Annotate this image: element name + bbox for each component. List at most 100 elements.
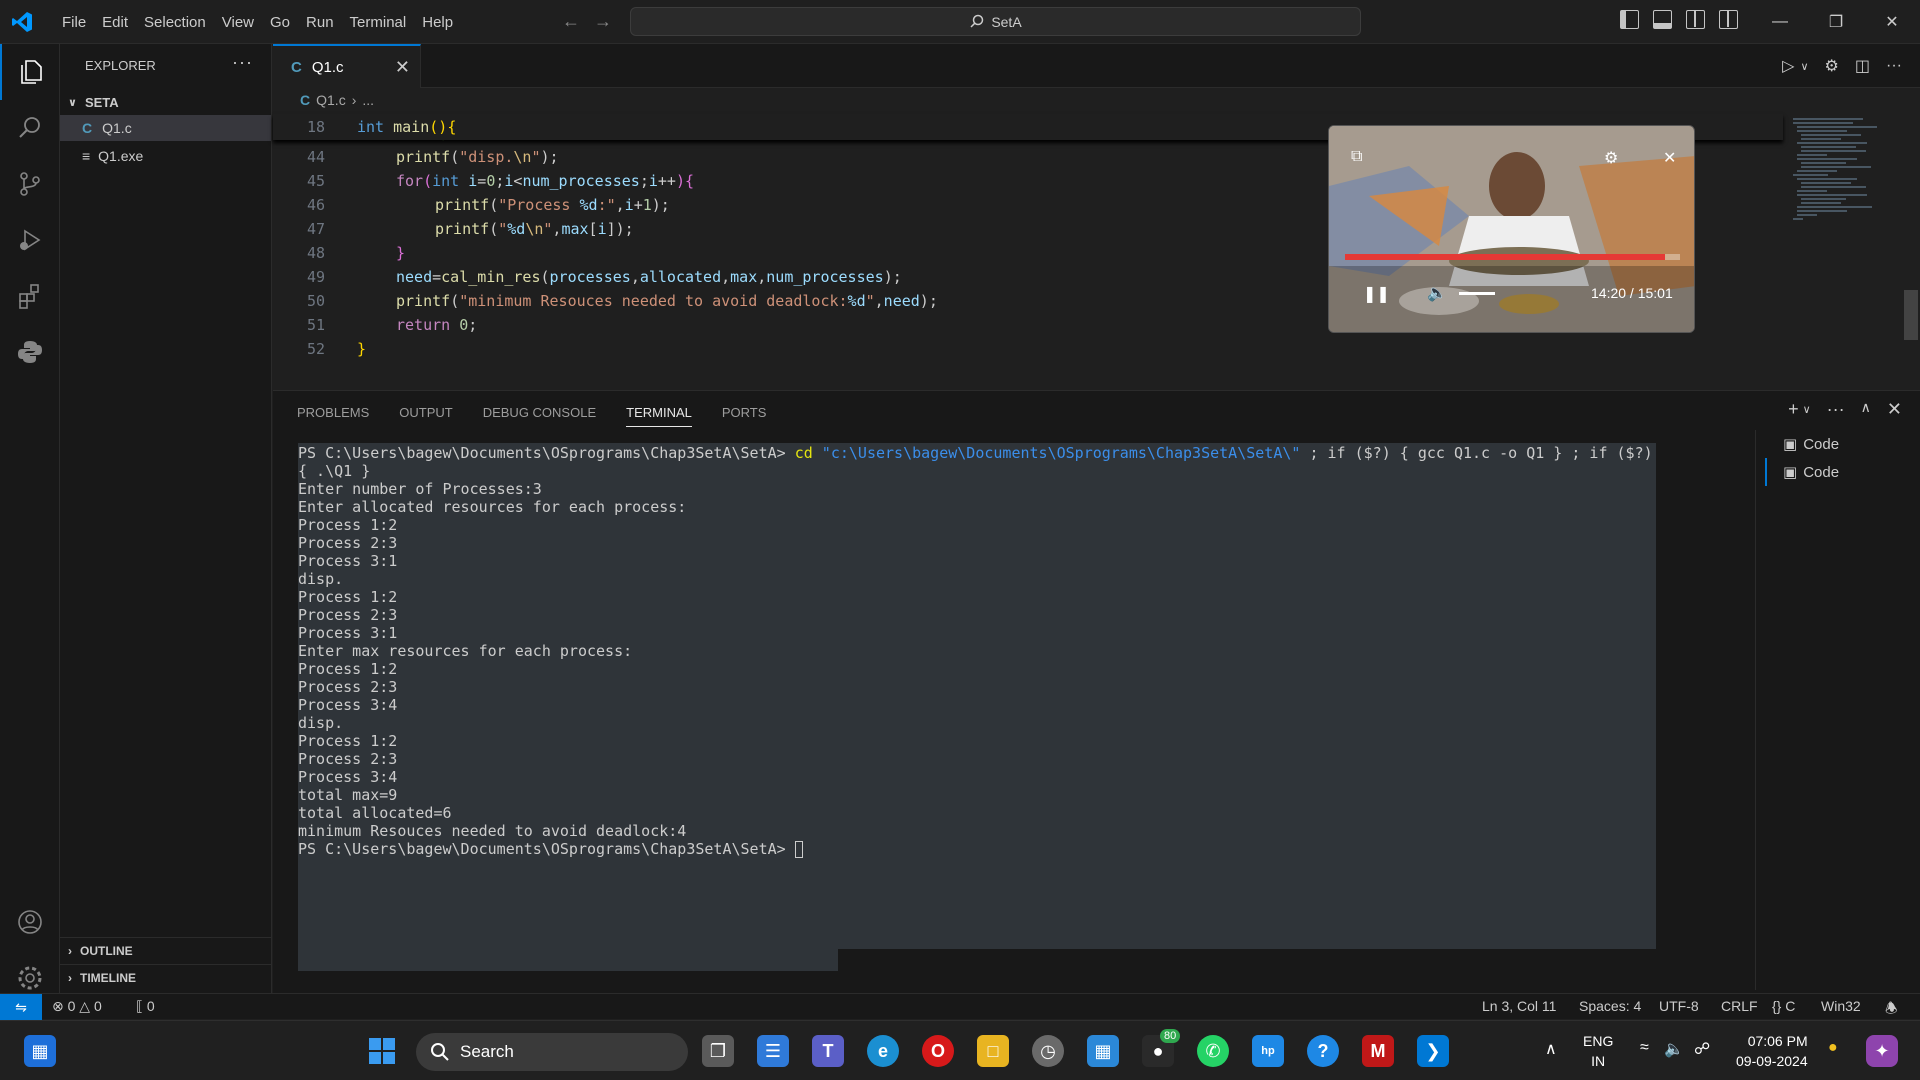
task-view-icon[interactable]: ❐ <box>702 1035 734 1067</box>
line-endings[interactable]: CRLF <box>1721 998 1758 1014</box>
open-in-window-icon[interactable]: ⧉ <box>1351 148 1362 166</box>
errors-status[interactable]: ⊗ 0 △ 0 <box>52 998 102 1015</box>
volume-icon[interactable]: 🔈 <box>1664 1039 1684 1059</box>
file-item-q1c[interactable]: C Q1.c <box>60 115 271 141</box>
menu-terminal[interactable]: Terminal <box>342 14 415 31</box>
volume-slider[interactable] <box>1459 292 1495 295</box>
input-language[interactable]: ENG IN <box>1583 1031 1613 1071</box>
notepad-icon[interactable]: ☰ <box>757 1035 789 1067</box>
clock[interactable]: 07:06 PM 09-09-2024 <box>1736 1031 1808 1071</box>
close-window-icon[interactable]: ✕ <box>1864 0 1920 44</box>
remote-indicator-icon[interactable]: ⇋ <box>0 994 42 1020</box>
widgets-icon[interactable]: ▦ <box>24 1035 56 1067</box>
copilot-icon[interactable]: ✦ <box>1866 1035 1898 1067</box>
vscode-taskbar-icon[interactable]: ❯ <box>1417 1035 1449 1067</box>
terminal-session[interactable]: ▣ Code <box>1765 458 1920 486</box>
minimize-icon[interactable]: — <box>1752 0 1808 44</box>
menu-selection[interactable]: Selection <box>136 14 214 31</box>
language-mode[interactable]: {} C <box>1772 998 1795 1014</box>
menu-go[interactable]: Go <box>262 14 298 31</box>
more-actions-icon[interactable]: ··· <box>232 52 253 73</box>
menu-view[interactable]: View <box>214 14 262 31</box>
customize-layout-icon[interactable] <box>1719 10 1738 29</box>
maximize-panel-icon[interactable]: ∧ <box>1861 399 1871 420</box>
vscode-logo-icon[interactable] <box>10 10 34 34</box>
close-icon[interactable]: ✕ <box>1663 148 1676 168</box>
search-icon[interactable] <box>0 100 60 156</box>
show-hidden-icons[interactable]: ∧ <box>1545 1039 1557 1059</box>
more-actions-icon[interactable]: ··· <box>1827 399 1845 420</box>
more-actions-icon[interactable]: ··· <box>1886 57 1902 75</box>
terminal[interactable]: PS C:\Users\bagew\Documents\OSprograms\C… <box>298 443 1656 949</box>
microsoft-store-icon[interactable]: ▦ <box>1087 1035 1119 1067</box>
volume-icon[interactable]: 🔈 <box>1427 283 1447 303</box>
breadcrumb-rest[interactable]: ... <box>362 92 374 108</box>
video-progress-bar[interactable] <box>1345 254 1680 260</box>
whatsapp-icon[interactable]: ✆ <box>1197 1035 1229 1067</box>
menu-file[interactable]: File <box>54 14 94 31</box>
minimap[interactable] <box>1783 114 1903 388</box>
menu-run[interactable]: Run <box>298 14 342 31</box>
battery-icon[interactable]: ☍ <box>1694 1039 1710 1059</box>
editor-scrollbar[interactable] <box>1904 290 1918 340</box>
notifications-bell-icon[interactable]: ● <box>1828 1039 1838 1057</box>
command-center[interactable]: SetA <box>630 7 1361 36</box>
command-center-label: SetA <box>991 13 1022 30</box>
chevron-down-icon[interactable]: ∨ <box>1800 60 1808 73</box>
run-debug-icon[interactable] <box>0 212 60 268</box>
help-icon[interactable]: ? <box>1307 1035 1339 1067</box>
new-terminal-icon[interactable]: + <box>1788 399 1799 420</box>
wifi-icon[interactable]: ≈ <box>1640 1039 1649 1057</box>
tab-ports[interactable]: PORTS <box>722 405 767 427</box>
tab-output[interactable]: OUTPUT <box>399 405 452 427</box>
extensions-icon[interactable] <box>0 268 60 324</box>
notifications-bell-icon[interactable]: 🕭 <box>1885 998 1898 1022</box>
myhp-icon[interactable]: hp <box>1252 1035 1284 1067</box>
windows-start-icon[interactable] <box>366 1035 398 1067</box>
restore-icon[interactable]: ❐ <box>1808 0 1864 44</box>
encoding[interactable]: UTF-8 <box>1659 998 1699 1014</box>
close-panel-icon[interactable]: ✕ <box>1887 399 1902 420</box>
explorer-icon[interactable] <box>0 44 60 100</box>
gear-icon[interactable]: ⚙ <box>1825 56 1839 76</box>
back-arrow-icon[interactable]: ← <box>562 11 580 32</box>
c-configuration[interactable]: Win32 <box>1821 998 1861 1014</box>
tab-terminal[interactable]: TERMINAL <box>626 405 692 427</box>
ports-status[interactable]: ⟦ 0 <box>136 998 155 1015</box>
picture-in-picture-video[interactable]: ⧉ ⚙ ✕ ❚❚ 🔈 14:20 / 15:01 <box>1328 125 1695 333</box>
edge-icon[interactable]: e <box>867 1035 899 1067</box>
forward-arrow-icon[interactable]: → <box>594 11 612 32</box>
mcafee-icon[interactable]: M <box>1362 1035 1394 1067</box>
menu-edit[interactable]: Edit <box>94 14 136 31</box>
chevron-down-icon[interactable]: ∨ <box>1803 403 1811 420</box>
source-control-icon[interactable] <box>0 156 60 212</box>
terminal-session[interactable]: ▣ Code <box>1765 430 1920 458</box>
split-editor-icon[interactable]: ◫ <box>1855 56 1870 76</box>
python-icon[interactable] <box>0 324 60 380</box>
timeline-section[interactable]: › TIMELINE <box>60 964 271 990</box>
toggle-primary-sidebar-icon[interactable] <box>1620 10 1639 29</box>
tab-q1c[interactable]: C Q1.c ✕ <box>273 44 421 88</box>
outline-section[interactable]: › OUTLINE <box>60 937 271 963</box>
teams-icon[interactable]: T <box>812 1035 844 1067</box>
file-item-q1exe[interactable]: ≡ Q1.exe <box>60 143 271 169</box>
toggle-panel-icon[interactable] <box>1653 10 1672 29</box>
tab-debug-console[interactable]: DEBUG CONSOLE <box>483 405 596 427</box>
file-explorer-icon[interactable]: □ <box>977 1035 1009 1067</box>
opera-icon[interactable]: O <box>922 1035 954 1067</box>
indentation[interactable]: Spaces: 4 <box>1579 998 1641 1014</box>
close-tab-icon[interactable]: ✕ <box>395 57 410 78</box>
folder-seta[interactable]: ∨ SETA <box>60 89 271 115</box>
tab-problems[interactable]: PROBLEMS <box>297 405 369 427</box>
toggle-secondary-sidebar-icon[interactable] <box>1686 10 1705 29</box>
pause-icon[interactable]: ❚❚ <box>1363 284 1390 304</box>
breadcrumb-file[interactable]: Q1.c <box>316 92 346 108</box>
chevron-right-icon: › <box>68 943 72 958</box>
gear-icon[interactable]: ⚙ <box>1604 148 1618 168</box>
clock-app-icon[interactable]: ◷ <box>1032 1035 1064 1067</box>
cursor-position[interactable]: Ln 3, Col 11 <box>1482 998 1556 1014</box>
menu-help[interactable]: Help <box>414 14 461 31</box>
taskbar-search[interactable]: Search <box>416 1033 688 1071</box>
account-icon[interactable] <box>0 894 60 950</box>
run-file-icon[interactable]: ▷ <box>1782 56 1794 76</box>
